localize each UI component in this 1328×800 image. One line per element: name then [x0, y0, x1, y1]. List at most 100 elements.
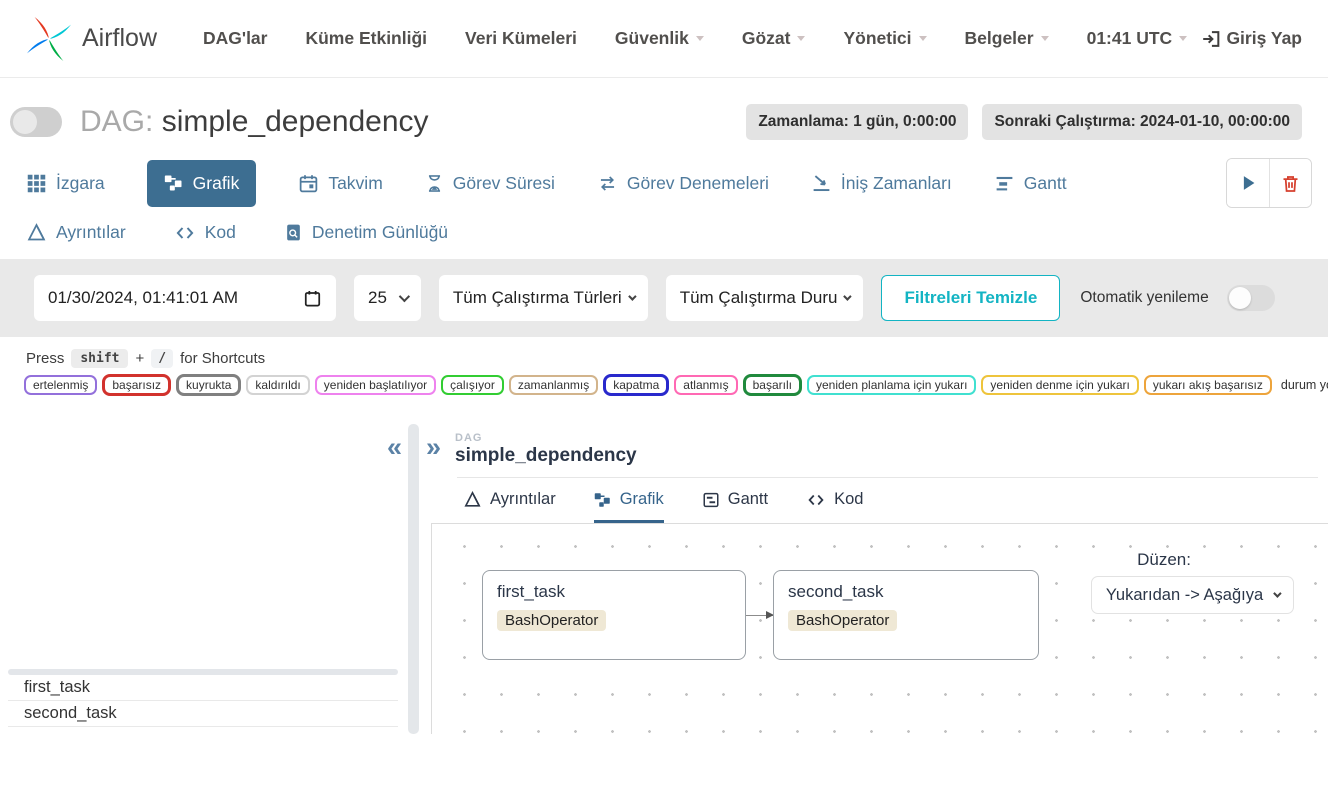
nav-item-label: Belgeler: [965, 28, 1034, 49]
dag-prefix: DAG:: [80, 105, 153, 138]
run-state-select[interactable]: Tüm Çalıştırma Duru: [666, 275, 864, 321]
tab-label: İniş Zamanları: [841, 173, 952, 194]
tab-gorev-suresi[interactable]: Görev Süresi: [425, 173, 555, 194]
tab-gorev-denemeleri[interactable]: Görev Denemeleri: [597, 173, 769, 194]
chevron-down-icon: [1041, 36, 1049, 41]
chevron-down-icon: [399, 291, 410, 302]
nav-item-0[interactable]: DAG'lar: [203, 28, 267, 49]
dag-pause-toggle[interactable]: [10, 107, 62, 137]
clear-filters-button[interactable]: Filtreleri Temizle: [881, 275, 1060, 321]
task-node-second-task[interactable]: second_task BashOperator: [773, 570, 1039, 660]
tab-label: Görev Süresi: [453, 173, 555, 194]
brand-name: Airflow: [82, 24, 157, 53]
nav-item-label: 01:41 UTC: [1087, 28, 1173, 49]
nav-item-7[interactable]: 01:41 UTC: [1087, 28, 1188, 49]
status-legend: ertelenmişbaşarısızkuyruktakaldırıldıyen…: [24, 374, 1328, 396]
base-date-input[interactable]: 01/30/2024, 01:41:01 AM: [34, 275, 336, 321]
task-row-second_task[interactable]: second_task: [8, 701, 398, 727]
details-tab-grafik[interactable]: Grafik: [594, 490, 664, 523]
auto-refresh-toggle[interactable]: [1227, 285, 1275, 311]
nav-item-4[interactable]: Gözat: [742, 28, 806, 49]
details-tab-ayrintilar[interactable]: Ayrıntılar: [463, 490, 556, 523]
nav-item-5[interactable]: Yönetici: [843, 28, 926, 49]
details-tabs: Ayrıntılar Grafik Gantt: [431, 478, 1328, 523]
nav-item-label: Yönetici: [843, 28, 911, 49]
panel-resize-handle[interactable]: [408, 424, 419, 734]
chevron-down-icon: [628, 292, 636, 300]
page-size-select[interactable]: 25: [354, 275, 421, 321]
grid-panel: « first_tasksecond_task: [0, 424, 408, 734]
navbar: Airflow DAG'lar Küme Etkinliği Veri Kümele…: [0, 0, 1328, 78]
nav-item-label: Veri Kümeleri: [465, 28, 577, 49]
plus-text: +: [135, 350, 144, 367]
task-list: first_tasksecond_task: [8, 675, 398, 727]
filter-bar: 01/30/2024, 01:41:01 AM 25 Tüm Çalıştırm…: [0, 259, 1328, 337]
task-node-first-task[interactable]: first_task BashOperator: [482, 570, 746, 660]
details-tab-gantt[interactable]: Gantt: [702, 490, 768, 523]
expand-panel-icon[interactable]: »: [426, 434, 441, 461]
chevron-down-icon: [696, 36, 704, 41]
task-node-title: second_task: [788, 582, 1024, 602]
details-tab-label: Gantt: [728, 490, 768, 509]
brand[interactable]: Airflow: [26, 16, 157, 62]
tab-denetim-gunlugu[interactable]: Denetim Günlüğü: [284, 222, 448, 243]
dag-meta-badges: Zamanlama: 1 gün, 0:00:00 Sonraki Çalışt…: [746, 104, 1302, 140]
nav-item-2[interactable]: Veri Kümeleri: [465, 28, 577, 49]
tab-ayrintilar[interactable]: Ayrıntılar: [26, 222, 126, 243]
shortcuts-hint: Press shift + / for Shortcuts: [26, 349, 1328, 368]
status-badge: çalışıyor: [441, 375, 504, 395]
tab-gantt[interactable]: Gantt: [994, 173, 1067, 194]
task-row-first_task[interactable]: first_task: [8, 675, 398, 701]
nav-item-label: Gözat: [742, 28, 791, 49]
tab-inis-zamanlari[interactable]: İniş Zamanları: [811, 173, 952, 194]
graph-canvas[interactable]: first_task BashOperator second_task Bash…: [431, 523, 1328, 734]
landing-icon: [811, 173, 832, 194]
gantt-icon: [702, 491, 720, 509]
run-type-value: Tüm Çalıştırma Türleri: [453, 288, 622, 308]
tab-label: İzgara: [56, 173, 105, 194]
calendar-input-icon: [303, 289, 322, 308]
login-icon: [1200, 28, 1222, 50]
run-state-value: Tüm Çalıştırma Duru: [680, 288, 838, 308]
operator-badge: BashOperator: [497, 610, 606, 631]
auto-refresh-label: Otomatik yenileme: [1080, 289, 1208, 307]
details-tab-label: Kod: [834, 490, 863, 509]
tab-label: Takvim: [328, 173, 382, 194]
login-button[interactable]: Giriş Yap: [1200, 28, 1302, 50]
status-badge: kaldırıldı: [246, 375, 309, 395]
tab-label: Kod: [205, 222, 236, 243]
details-panel: » DAG simple_dependency Ayrıntılar: [419, 424, 1328, 734]
status-badge: kapatma: [603, 374, 669, 396]
status-badge: ertelenmiş: [24, 375, 97, 395]
gantt-icon: [994, 173, 1015, 194]
layout-select[interactable]: Yukarıdan -> Aşağıya: [1091, 576, 1294, 614]
status-badge: kuyrukta: [176, 374, 241, 396]
edge-first-to-second: [746, 615, 773, 616]
tab-takvim[interactable]: Takvim: [298, 173, 382, 194]
chevron-down-icon: [1179, 36, 1187, 41]
nav-item-6[interactable]: Belgeler: [965, 28, 1049, 49]
tab-izgara[interactable]: İzgara: [26, 173, 105, 194]
play-icon: [1237, 172, 1259, 194]
grid-and-details: « first_tasksecond_task » DAG simple_dep…: [0, 424, 1328, 734]
nav-item-1[interactable]: Küme Etkinliği: [305, 28, 427, 49]
slash-key: /: [151, 349, 173, 368]
chevron-down-icon: [919, 36, 927, 41]
trigger-dag-button[interactable]: [1227, 159, 1269, 207]
tab-kod[interactable]: Kod: [174, 222, 236, 243]
calendar-icon: [298, 173, 319, 194]
tab-grafik[interactable]: Grafik: [147, 160, 257, 207]
run-type-select[interactable]: Tüm Çalıştırma Türleri: [439, 275, 648, 321]
dag-actions: [1226, 158, 1312, 208]
tab-label: Ayrıntılar: [56, 222, 126, 243]
code-icon: [806, 491, 826, 509]
shift-key: shift: [71, 349, 128, 368]
status-badge: yukarı akış başarısız: [1144, 375, 1272, 395]
task-node-title: first_task: [497, 582, 731, 602]
delete-dag-button[interactable]: [1269, 159, 1311, 207]
collapse-panel-icon[interactable]: «: [387, 434, 402, 461]
details-tab-kod[interactable]: Kod: [806, 490, 863, 523]
graph-icon: [594, 491, 612, 509]
nav-item-3[interactable]: Güvenlik: [615, 28, 704, 49]
tab-label: Grafik: [193, 173, 240, 194]
